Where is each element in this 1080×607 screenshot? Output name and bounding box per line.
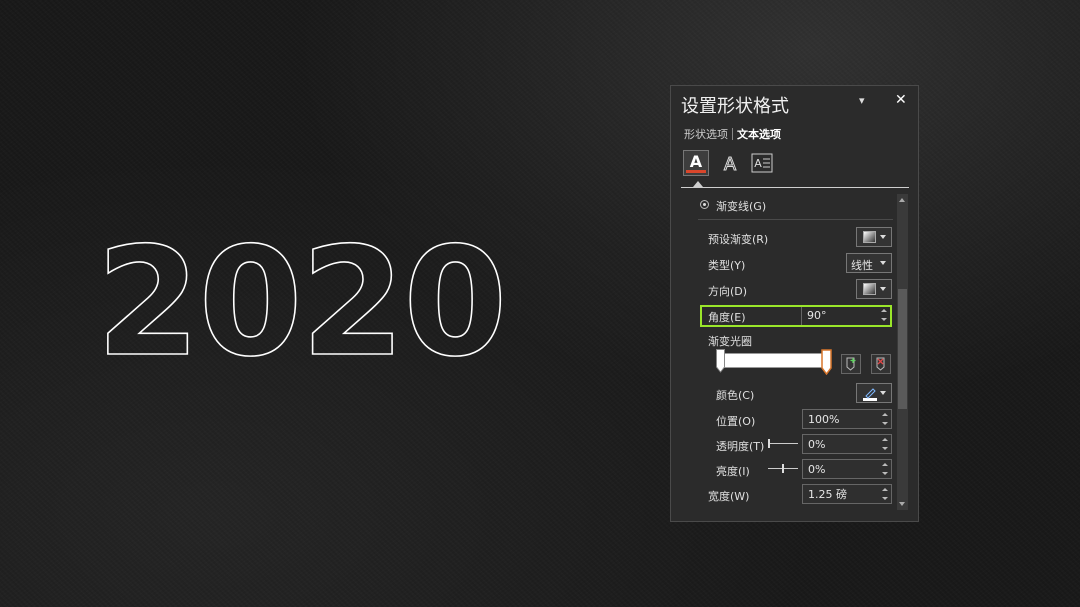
brightness-field[interactable] <box>802 459 892 479</box>
angle-spinner-icon[interactable] <box>881 309 887 321</box>
tab-divider <box>732 128 733 140</box>
position-spinner-icon[interactable] <box>882 413 888 425</box>
type-label: 类型(Y) <box>708 259 746 272</box>
add-stop-icon <box>846 357 856 371</box>
width-field[interactable] <box>802 484 892 504</box>
scroll-thumb[interactable] <box>898 289 907 409</box>
angle-field[interactable] <box>802 306 890 326</box>
panel-scrollbar[interactable] <box>897 194 908 510</box>
direction-label: 方向(D) <box>708 285 748 298</box>
brightness-spinner-icon[interactable] <box>882 463 888 475</box>
gradient-stops-bar[interactable] <box>720 353 828 368</box>
gradient-stop-right-selected-icon[interactable] <box>821 349 832 375</box>
tab-text-options[interactable]: 文本选项 <box>737 126 781 142</box>
year-outline-text: 2020 <box>96 230 505 370</box>
remove-gradient-stop-button[interactable] <box>871 354 891 374</box>
type-dropdown[interactable]: 线性 <box>846 253 892 273</box>
gradient-direction-icon <box>863 283 876 295</box>
svg-text:A: A <box>754 157 762 170</box>
chevron-down-icon <box>880 391 886 395</box>
pen-color-icon <box>863 388 877 401</box>
slider-knob[interactable] <box>768 439 770 448</box>
brightness-slider[interactable] <box>768 464 798 474</box>
tab-shape-options[interactable]: 形状选项 <box>684 126 728 142</box>
gradient-line-label: 渐变线(G) <box>716 200 767 213</box>
color-picker-button[interactable] <box>856 383 892 403</box>
panel-title: 设置形状格式 <box>681 96 789 117</box>
chevron-down-icon <box>880 261 886 265</box>
type-dropdown-value: 线性 <box>851 259 873 272</box>
angle-label: 角度(E) <box>708 311 746 324</box>
brightness-label: 亮度(I) <box>716 465 750 478</box>
textbox-icon[interactable]: A <box>749 150 775 176</box>
chevron-down-icon <box>880 235 886 239</box>
iconbar-underline <box>681 187 909 188</box>
svg-text:A: A <box>690 152 703 171</box>
width-spinner-icon[interactable] <box>882 488 888 500</box>
year-outline-artwork: 2020 <box>96 230 508 370</box>
position-label: 位置(O) <box>716 415 756 428</box>
width-input[interactable] <box>803 485 883 503</box>
transparency-spinner-icon[interactable] <box>882 438 888 450</box>
panel-menu-chevron-icon[interactable]: ▾ <box>859 94 865 107</box>
slider-track <box>768 443 798 444</box>
format-shape-panel: 设置形状格式 ▾ ✕ 形状选项 文本选项 A A A 渐变线(G) 预设渐变(R) <box>670 85 919 522</box>
text-fill-outline-icon[interactable]: A <box>683 150 709 176</box>
remove-stop-icon <box>876 357 885 371</box>
gradient-line-radio[interactable] <box>700 200 709 209</box>
scroll-down-icon[interactable] <box>899 502 905 506</box>
transparency-label: 透明度(T) <box>716 440 765 453</box>
transparency-slider[interactable] <box>768 439 798 449</box>
preset-gradient-label: 预设渐变(R) <box>708 233 769 246</box>
position-input[interactable] <box>803 410 883 428</box>
add-gradient-stop-button[interactable] <box>841 354 861 374</box>
color-label: 颜色(C) <box>716 389 755 402</box>
panel-close-icon[interactable]: ✕ <box>895 92 907 108</box>
brightness-input[interactable] <box>803 460 883 478</box>
position-field[interactable] <box>802 409 892 429</box>
gradient-stop-left-icon[interactable] <box>716 349 725 373</box>
section-divider <box>698 219 893 220</box>
gradient-stops-label: 渐变光圈 <box>708 335 752 348</box>
text-effects-icon[interactable]: A <box>717 150 743 176</box>
transparency-input[interactable] <box>803 435 883 453</box>
slider-knob[interactable] <box>782 464 784 473</box>
svg-text:A: A <box>724 154 737 175</box>
direction-dropdown[interactable] <box>856 279 892 299</box>
width-label: 宽度(W) <box>708 490 750 503</box>
angle-input[interactable] <box>802 306 882 324</box>
scroll-up-icon[interactable] <box>899 198 905 202</box>
gradient-swatch-icon <box>863 231 876 243</box>
panel-tabs: 形状选项 文本选项 <box>684 126 781 142</box>
chevron-down-icon <box>880 287 886 291</box>
transparency-field[interactable] <box>802 434 892 454</box>
preset-gradient-dropdown[interactable] <box>856 227 892 247</box>
